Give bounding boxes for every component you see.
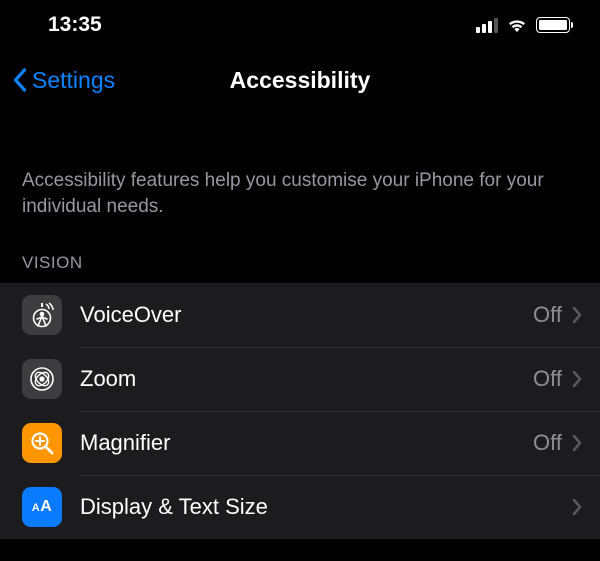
content: Accessibility features help you customis…	[0, 110, 600, 539]
chevron-right-icon	[572, 370, 582, 388]
cellular-signal-icon	[476, 17, 498, 33]
status-indicators	[476, 17, 570, 33]
section-description: Accessibility features help you customis…	[0, 168, 600, 219]
row-zoom[interactable]: Zoom Off	[0, 347, 600, 411]
zoom-icon	[22, 359, 62, 399]
row-label: Magnifier	[80, 430, 533, 456]
row-value: Off	[533, 366, 562, 392]
back-button[interactable]: Settings	[12, 67, 115, 94]
row-value: Off	[533, 302, 562, 328]
row-value: Off	[533, 430, 562, 456]
chevron-left-icon	[12, 68, 27, 92]
wifi-icon	[506, 17, 528, 33]
status-bar: 13:35	[0, 0, 600, 50]
chevron-right-icon	[572, 434, 582, 452]
voiceover-icon	[22, 295, 62, 335]
chevron-right-icon	[572, 498, 582, 516]
battery-icon	[536, 17, 570, 33]
row-magnifier[interactable]: Magnifier Off	[0, 411, 600, 475]
back-label: Settings	[32, 67, 115, 94]
section-header-vision: VISION	[0, 219, 600, 283]
navigation-bar: Settings Accessibility	[0, 50, 600, 110]
row-label: VoiceOver	[80, 302, 533, 328]
row-voiceover[interactable]: VoiceOver Off	[0, 283, 600, 347]
row-label: Display & Text Size	[80, 494, 562, 520]
settings-list: VoiceOver Off Zoom Off	[0, 283, 600, 539]
status-time: 13:35	[48, 13, 102, 37]
display-text-size-icon: AA	[22, 487, 62, 527]
magnifier-icon	[22, 423, 62, 463]
chevron-right-icon	[572, 306, 582, 324]
row-label: Zoom	[80, 366, 533, 392]
row-display-text-size[interactable]: AA Display & Text Size	[0, 475, 600, 539]
